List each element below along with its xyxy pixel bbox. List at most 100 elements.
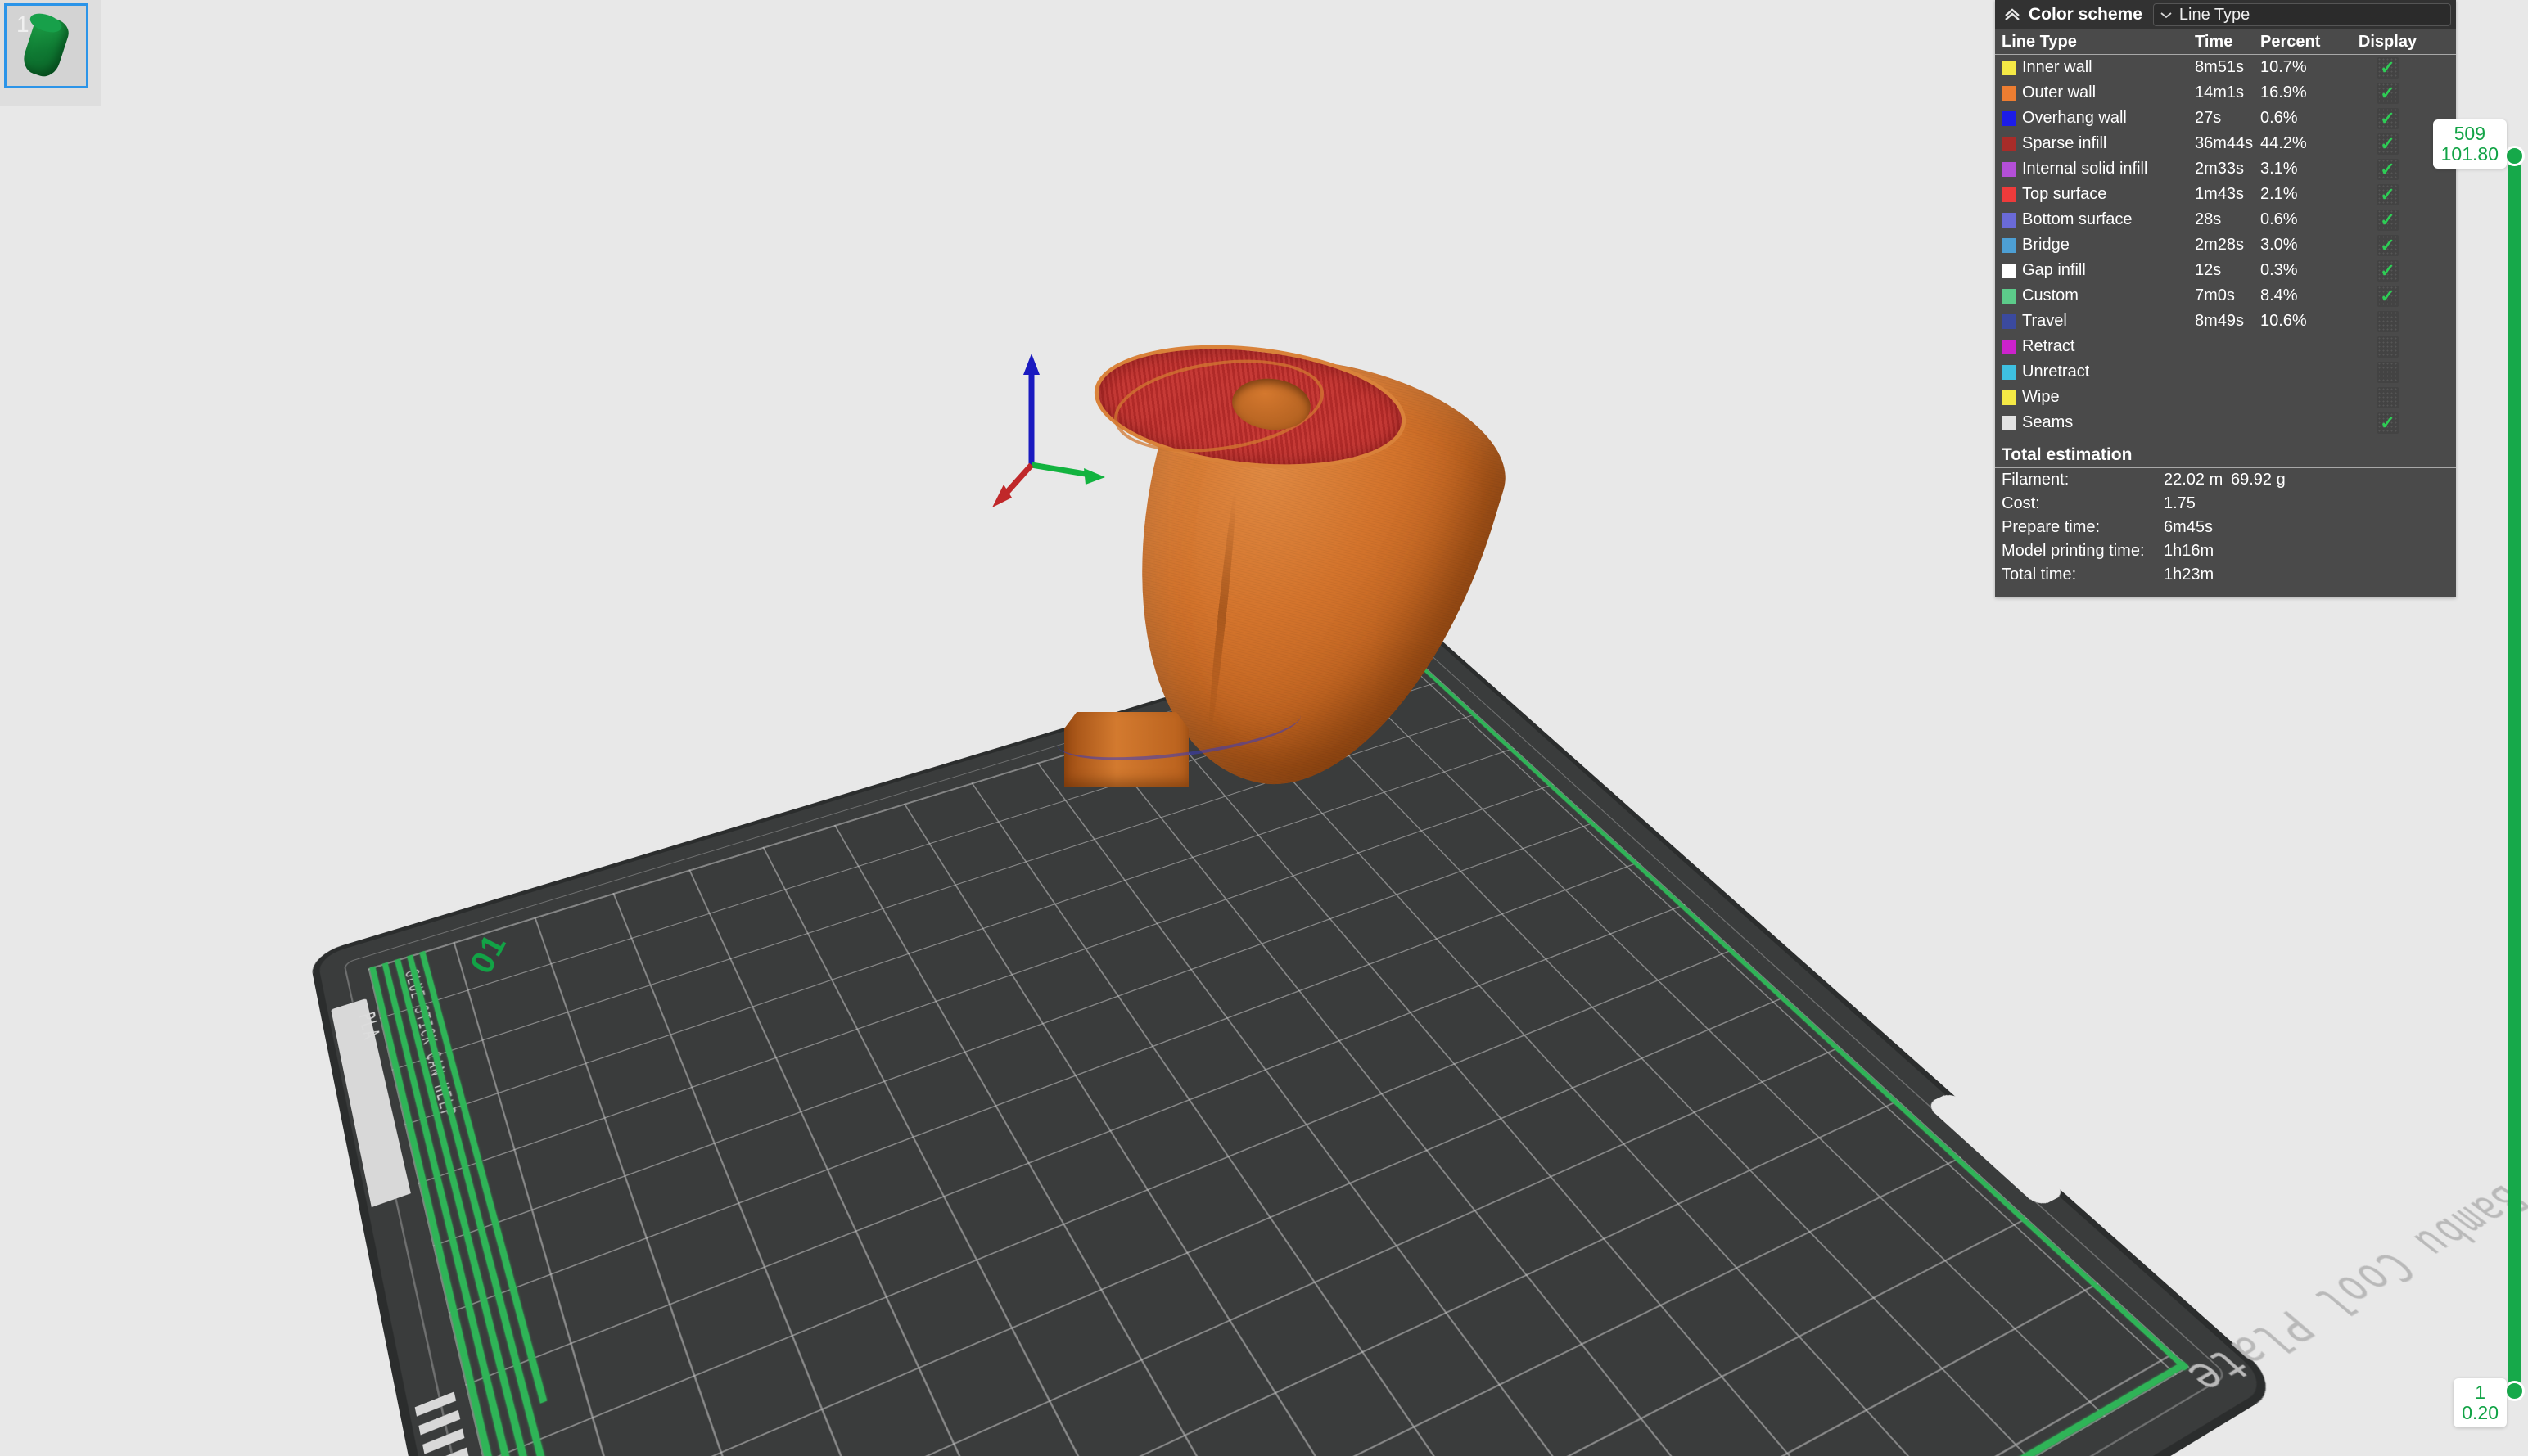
legend-row-type: Internal solid infill <box>2002 160 2195 178</box>
upper-layer-height: 101.80 <box>2441 144 2499 165</box>
object-thumbnail[interactable]: 1 <box>4 3 88 88</box>
legend-row: Gap infill 12s 0.3% ✓ <box>1995 258 2456 283</box>
axis-gizmo <box>974 344 1113 516</box>
column-header-percent: Percent <box>2260 33 2332 52</box>
total-row-value: 22.02 m <box>2164 471 2231 489</box>
legend-display-checkbox[interactable]: ✓ <box>2377 210 2399 231</box>
upper-layer-number: 509 <box>2441 124 2499 144</box>
layer-slider-lower-tooltip: 1 0.20 <box>2454 1378 2507 1427</box>
total-row-label: Cost: <box>2002 494 2164 513</box>
legend-row-display-cell: ✓ <box>2332 210 2456 231</box>
legend-display-checkbox[interactable]: ✓ <box>2377 83 2399 104</box>
legend-color-swatch <box>2002 238 2016 253</box>
layer-slider-lower-handle[interactable] <box>2504 1381 2525 1401</box>
legend-color-swatch <box>2002 187 2016 202</box>
legend-row-percent: 2.1% <box>2260 185 2332 204</box>
color-scheme-select[interactable]: Line Type <box>2153 3 2451 26</box>
check-icon: ✓ <box>2380 186 2395 204</box>
legend-row: Top surface 1m43s 2.1% ✓ <box>1995 182 2456 207</box>
chevron-double-up-icon[interactable] <box>2003 7 2021 23</box>
layer-slider-track[interactable] <box>2508 156 2521 1391</box>
legend-row-time: 36m44s <box>2195 134 2260 153</box>
legend-color-swatch <box>2002 264 2016 278</box>
build-plate[interactable]: Bambu Cool Plate GLUE STICK CAN HELP PLA <box>317 624 2271 1456</box>
legend-row-time: 8m51s <box>2195 58 2260 77</box>
legend-row-percent: 0.3% <box>2260 261 2332 280</box>
legend-display-checkbox[interactable]: ✓ <box>2377 336 2399 358</box>
legend-display-checkbox[interactable]: ✓ <box>2377 184 2399 205</box>
legend-row-type: Gap infill <box>2002 261 2195 280</box>
check-icon: ✓ <box>2380 160 2395 178</box>
legend-display-checkbox[interactable]: ✓ <box>2377 133 2399 155</box>
legend-display-checkbox[interactable]: ✓ <box>2377 362 2399 383</box>
legend-row: Overhang wall 27s 0.6% ✓ <box>1995 106 2456 131</box>
legend-row-time: 14m1s <box>2195 83 2260 102</box>
legend-row-percent: 0.6% <box>2260 210 2332 229</box>
legend-display-checkbox[interactable]: ✓ <box>2377 260 2399 282</box>
legend-row-label: Sparse infill <box>2022 134 2106 153</box>
layer-slider[interactable]: 509 101.80 1 0.20 <box>2505 156 2523 1391</box>
legend-color-swatch <box>2002 61 2016 75</box>
legend-row: Sparse infill 36m44s 44.2% ✓ <box>1995 131 2456 156</box>
total-estimation-row: Prepare time: 6m45s <box>1995 516 2456 539</box>
object-thumbnail-index: 1 <box>16 13 29 36</box>
column-header-line-type: Line Type <box>2002 33 2195 52</box>
legend-row-time: 2m28s <box>2195 236 2260 255</box>
total-estimation-section: Total estimation Filament: 22.02 m 69.92 g… <box>1995 444 2456 587</box>
total-estimation-row: Model printing time: 1h16m <box>1995 539 2456 563</box>
legend-title: Color scheme <box>2029 5 2142 25</box>
skirt-right-edge <box>1402 650 2188 1371</box>
legend-row-display-cell: ✓ <box>2332 83 2456 104</box>
legend-display-checkbox[interactable]: ✓ <box>2377 159 2399 180</box>
legend-row: Retract ✓ <box>1995 334 2456 359</box>
legend-row-label: Retract <box>2022 337 2074 356</box>
legend-row-type: Unretract <box>2002 363 2195 381</box>
legend-row-display-cell: ✓ <box>2332 184 2456 205</box>
legend-row-percent: 16.9% <box>2260 83 2332 102</box>
legend-row-type: Wipe <box>2002 388 2195 407</box>
legend-display-checkbox[interactable]: ✓ <box>2377 57 2399 79</box>
legend-row-display-cell: ✓ <box>2332 336 2456 358</box>
legend-row-display-cell: ✓ <box>2332 387 2456 408</box>
legend-rows: Inner wall 8m51s 10.7% ✓ Outer wall 14m1s 16.9… <box>1995 55 2456 435</box>
legend-display-checkbox[interactable]: ✓ <box>2377 235 2399 256</box>
legend-row-time: 1m43s <box>2195 185 2260 204</box>
check-icon: ✓ <box>2380 110 2395 128</box>
legend-row: Outer wall 14m1s 16.9% ✓ <box>1995 80 2456 106</box>
legend-display-checkbox[interactable]: ✓ <box>2377 387 2399 408</box>
legend-color-swatch <box>2002 111 2016 126</box>
y-axis-arrow <box>1084 468 1105 485</box>
legend-color-swatch <box>2002 86 2016 101</box>
check-icon: ✓ <box>2380 262 2395 280</box>
legend-row-type: Bottom surface <box>2002 210 2195 229</box>
layer-slider-upper-handle[interactable] <box>2504 146 2525 166</box>
legend-display-checkbox[interactable]: ✓ <box>2377 412 2399 434</box>
legend-row-type: Sparse infill <box>2002 134 2195 153</box>
legend-color-swatch <box>2002 340 2016 354</box>
color-scheme-select-value: Line Type <box>2179 6 2250 25</box>
total-row-label: Prepare time: <box>2002 518 2164 537</box>
legend-row-time: 8m49s <box>2195 312 2260 331</box>
legend-column-headers: Line Type Time Percent Display <box>1995 29 2456 55</box>
legend-color-swatch <box>2002 289 2016 304</box>
total-row-label: Model printing time: <box>2002 542 2164 561</box>
legend-row: Travel 8m49s 10.6% ✓ <box>1995 309 2456 334</box>
legend-row-type: Retract <box>2002 337 2195 356</box>
total-row-label: Total time: <box>2002 566 2164 584</box>
legend-row-time: 28s <box>2195 210 2260 229</box>
legend-row-time: 27s <box>2195 109 2260 128</box>
lower-layer-number: 1 <box>2462 1382 2499 1403</box>
legend-display-checkbox[interactable]: ✓ <box>2377 108 2399 129</box>
legend-display-checkbox[interactable]: ✓ <box>2377 311 2399 332</box>
legend-row-label: Top surface <box>2022 185 2106 204</box>
legend-row-percent: 44.2% <box>2260 134 2332 153</box>
legend-row-label: Custom <box>2022 286 2079 305</box>
total-row-value: 1h16m <box>2164 542 2231 561</box>
legend-display-checkbox[interactable]: ✓ <box>2377 286 2399 307</box>
legend-row: Unretract ✓ <box>1995 359 2456 385</box>
legend-row-percent: 3.0% <box>2260 236 2332 255</box>
total-row-value: 1h23m <box>2164 566 2231 584</box>
check-icon: ✓ <box>2380 59 2395 77</box>
legend-row-label: Seams <box>2022 413 2073 432</box>
z-axis-arrow <box>1023 354 1040 375</box>
